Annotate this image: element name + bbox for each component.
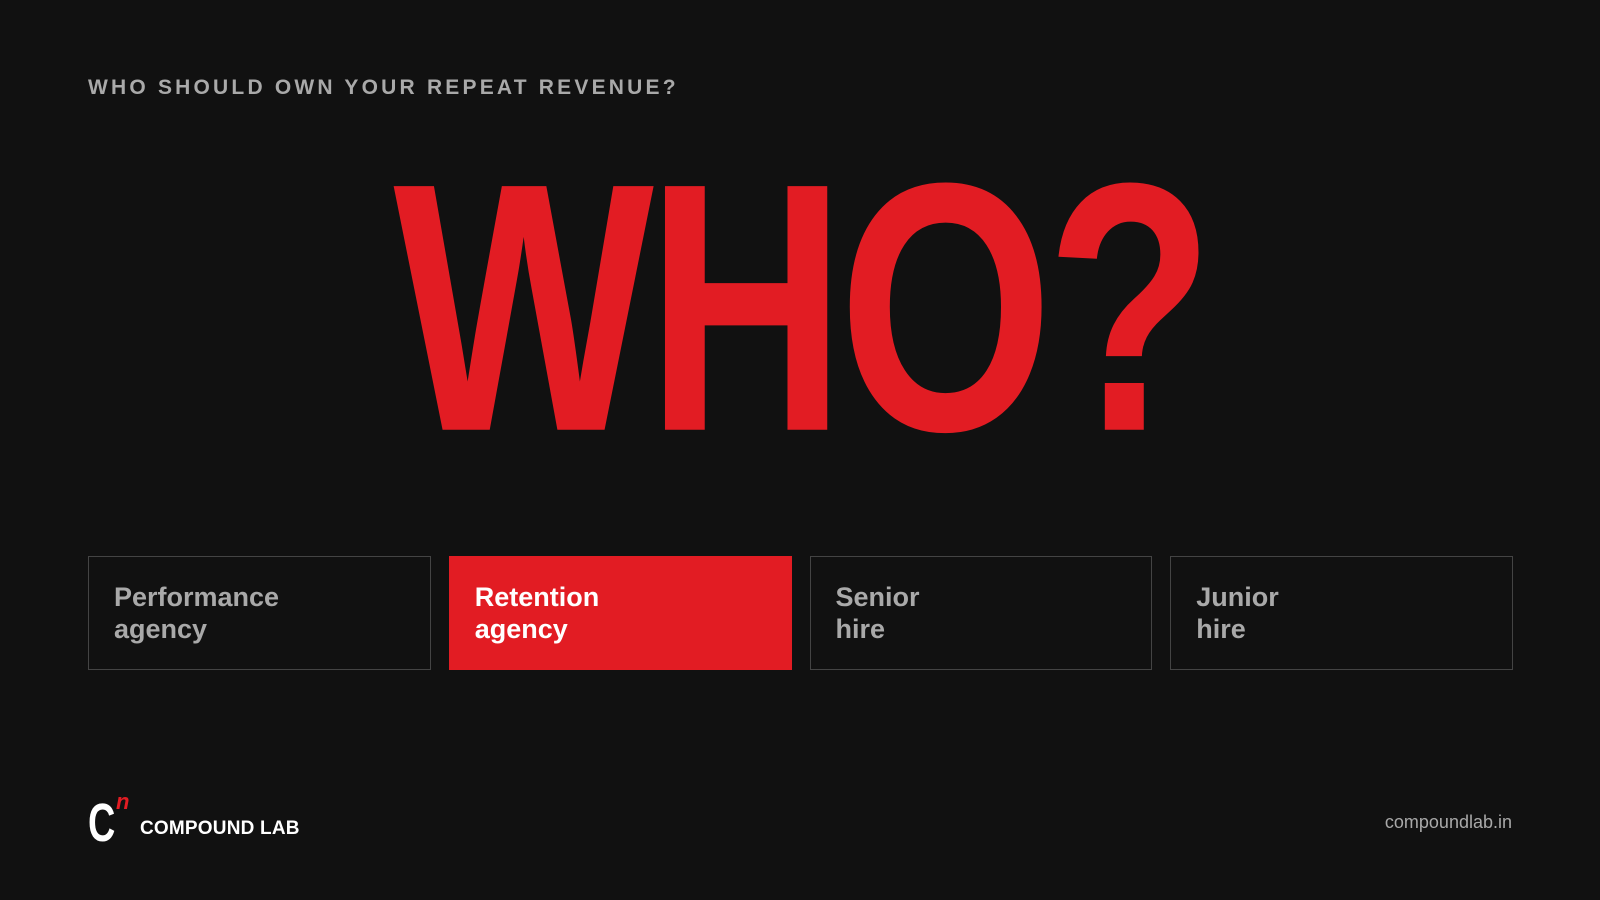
logo-wordmark: COMPOUND LAB bbox=[140, 818, 300, 839]
option-retention-agency[interactable]: Retention agency bbox=[448, 556, 792, 670]
logo-mark-superscript: n bbox=[116, 789, 130, 814]
option-label: Retention agency bbox=[474, 582, 600, 644]
option-label: Senior hire bbox=[835, 582, 920, 644]
hero-headline: WHO? bbox=[0, 130, 1600, 484]
compound-lab-logo: C n COMPOUND LAB bbox=[88, 791, 300, 853]
logo-mark-letter: C bbox=[88, 793, 116, 853]
option-label: Junior hire bbox=[1196, 582, 1279, 644]
hero-word: WHO? bbox=[393, 108, 1214, 506]
footer-url-link[interactable]: compoundlab.in bbox=[1385, 812, 1512, 833]
option-senior-hire[interactable]: Senior hire bbox=[809, 556, 1153, 670]
slide: WHO SHOULD OWN YOUR REPEAT REVENUE? WHO?… bbox=[0, 0, 1600, 900]
option-junior-hire[interactable]: Junior hire bbox=[1170, 556, 1513, 670]
logo-mark-icon: C n bbox=[88, 791, 134, 853]
options-row: Performance agency Retention agency Seni… bbox=[88, 556, 1513, 670]
option-label: Performance agency bbox=[114, 582, 280, 644]
option-performance-agency[interactable]: Performance agency bbox=[88, 556, 431, 670]
eyebrow-question: WHO SHOULD OWN YOUR REPEAT REVENUE? bbox=[88, 76, 679, 99]
